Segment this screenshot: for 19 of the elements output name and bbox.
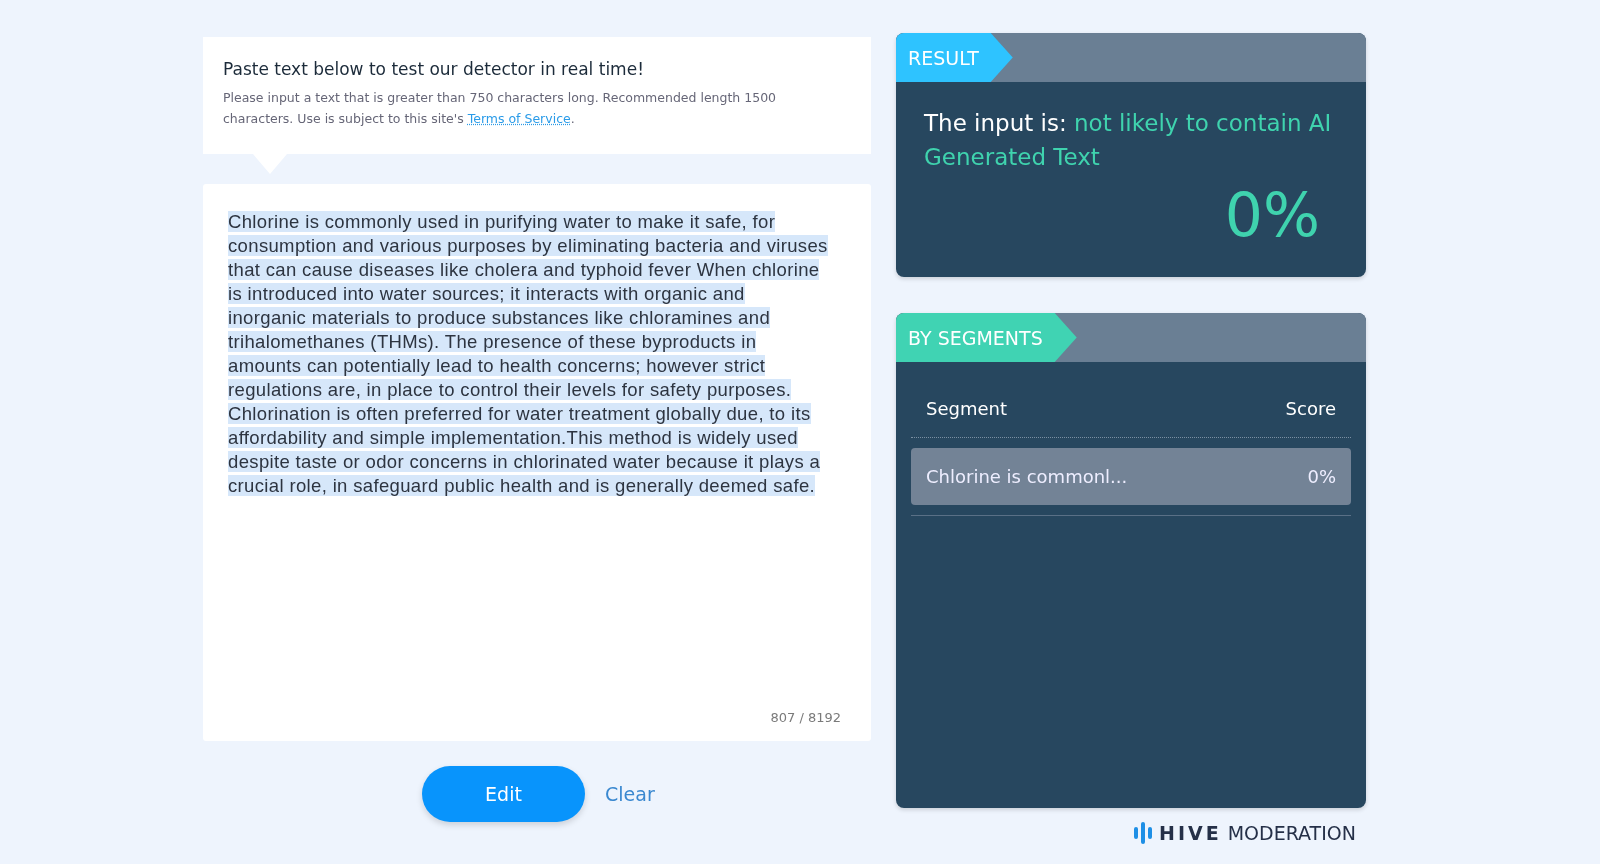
terms-link[interactable]: Terms of Service [467,111,571,126]
intro-note: Please input a text that is greater than 750 characters long. Recommended length 1500 characters. Use is subject to this site's Terms of Service. [223,89,778,128]
character-counter: 807 / 8192 [770,710,841,725]
column-header: Score [1285,398,1336,419]
clear-link[interactable]: Clear [605,783,655,805]
result-tab-label: RESULT [896,33,1013,82]
segments-tab-label: BY SEGMENTS [896,313,1077,362]
result-score: 0% [1223,180,1321,250]
result-verdict: The input is: not likely to contain AI Generated Text [924,109,1333,172]
product-name: MODERATION [1227,822,1356,844]
input-text: Chlorine is commonly used in purifying water to make it safe, for consumption and various purposes by eliminating bacteria and viruses that can cause diseases like cholera and typhoid fever When chlorine is introduced into water sources; it interacts with organic and inorganic materials to produce substances like chloramines and trihalomethanes (THMs). The presence of these byproducts in amounts can potentially lead to health concerns; however strict regulations are, in place to control their levels for safety purposes. Chlorination is often preferred for water treatment globally due, to its affordability and simple implementation.This method is widely used despite taste or odor concerns in chlorinated water because it plays a crucial role, in safeguard public health and is generally deemed safe. [228,210,828,498]
text-input-field[interactable] [203,184,871,741]
edit-button[interactable]: Edit [422,766,585,822]
brand-name: HIVE [1159,822,1222,844]
column-header: Segment [926,398,1007,419]
logo-icon [1133,822,1153,844]
intro-title: Paste text below to test our detector in real time! [223,59,645,79]
segment-score: 0% [1307,466,1336,487]
segment-text: Chlorine is commonl... [926,466,1128,487]
